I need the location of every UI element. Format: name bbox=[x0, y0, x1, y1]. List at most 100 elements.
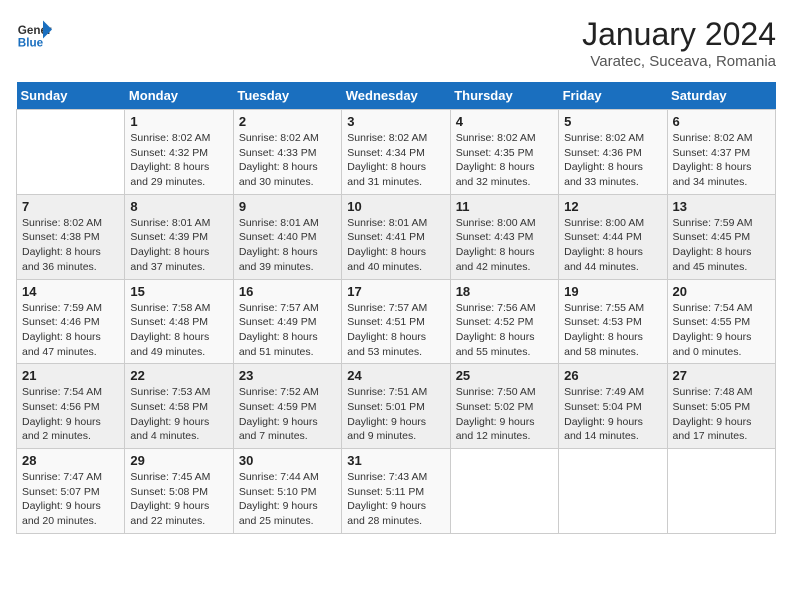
day-number: 14 bbox=[22, 284, 119, 299]
calendar-day-cell: 21Sunrise: 7:54 AM Sunset: 4:56 PM Dayli… bbox=[17, 364, 125, 449]
calendar-week-row: 1 Sunrise: 8:02 AM Sunset: 4:32 PM Daylig… bbox=[17, 110, 776, 195]
day-info: Sunrise: 8:01 AM Sunset: 4:40 PM Dayligh… bbox=[239, 216, 336, 275]
day-number: 23 bbox=[239, 368, 336, 383]
day-number: 24 bbox=[347, 368, 444, 383]
weekday-header: Monday bbox=[125, 82, 233, 110]
calendar-day-cell: 22Sunrise: 7:53 AM Sunset: 4:58 PM Dayli… bbox=[125, 364, 233, 449]
svg-text:Blue: Blue bbox=[18, 37, 44, 50]
location-subtitle: Varatec, Suceava, Romania bbox=[582, 53, 776, 70]
day-number: 31 bbox=[347, 453, 444, 468]
day-info: Sunrise: 7:48 AM Sunset: 5:05 PM Dayligh… bbox=[673, 385, 770, 444]
day-info: Sunrise: 8:02 AM Sunset: 4:36 PM Dayligh… bbox=[564, 131, 661, 190]
weekday-header: Thursday bbox=[450, 82, 558, 110]
day-info: Sunrise: 8:01 AM Sunset: 4:41 PM Dayligh… bbox=[347, 216, 444, 275]
day-number: 4 bbox=[456, 114, 553, 129]
day-info: Sunrise: 7:47 AM Sunset: 5:07 PM Dayligh… bbox=[22, 470, 119, 529]
day-number: 27 bbox=[673, 368, 770, 383]
calendar-day-cell: 17 Sunrise: 7:57 AM Sunset: 4:51 PM Dayli… bbox=[342, 279, 450, 364]
day-info: Sunrise: 7:59 AM Sunset: 4:45 PM Dayligh… bbox=[673, 216, 770, 275]
calendar-day-cell: 30 Sunrise: 7:44 AM Sunset: 5:10 PM Dayli… bbox=[233, 449, 341, 534]
calendar-day-cell: 18 Sunrise: 7:56 AM Sunset: 4:52 PM Dayli… bbox=[450, 279, 558, 364]
calendar-day-cell: 23 Sunrise: 7:52 AM Sunset: 4:59 PM Dayli… bbox=[233, 364, 341, 449]
calendar-day-cell bbox=[450, 449, 558, 534]
day-info: Sunrise: 7:59 AM Sunset: 4:46 PM Dayligh… bbox=[22, 301, 119, 360]
day-info: Sunrise: 8:01 AM Sunset: 4:39 PM Dayligh… bbox=[130, 216, 227, 275]
day-info: Sunrise: 7:51 AM Sunset: 5:01 PM Dayligh… bbox=[347, 385, 444, 444]
calendar-day-cell: 5 Sunrise: 8:02 AM Sunset: 4:36 PM Daylig… bbox=[559, 110, 667, 195]
day-number: 9 bbox=[239, 199, 336, 214]
day-info: Sunrise: 7:52 AM Sunset: 4:59 PM Dayligh… bbox=[239, 385, 336, 444]
day-number: 29 bbox=[130, 453, 227, 468]
day-info: Sunrise: 7:58 AM Sunset: 4:48 PM Dayligh… bbox=[130, 301, 227, 360]
day-info: Sunrise: 7:50 AM Sunset: 5:02 PM Dayligh… bbox=[456, 385, 553, 444]
calendar-day-cell bbox=[667, 449, 775, 534]
calendar-table: SundayMondayTuesdayWednesdayThursdayFrid… bbox=[16, 82, 776, 534]
calendar-day-cell: 10Sunrise: 8:01 AM Sunset: 4:41 PM Dayli… bbox=[342, 194, 450, 279]
logo: General Blue bbox=[16, 16, 52, 52]
day-number: 13 bbox=[673, 199, 770, 214]
calendar-day-cell: 13 Sunrise: 7:59 AM Sunset: 4:45 PM Dayli… bbox=[667, 194, 775, 279]
calendar-day-cell: 24 Sunrise: 7:51 AM Sunset: 5:01 PM Dayli… bbox=[342, 364, 450, 449]
calendar-day-cell: 6Sunrise: 8:02 AM Sunset: 4:37 PM Daylig… bbox=[667, 110, 775, 195]
day-info: Sunrise: 7:56 AM Sunset: 4:52 PM Dayligh… bbox=[456, 301, 553, 360]
day-number: 3 bbox=[347, 114, 444, 129]
day-number: 19 bbox=[564, 284, 661, 299]
day-info: Sunrise: 8:02 AM Sunset: 4:34 PM Dayligh… bbox=[347, 131, 444, 190]
weekday-header: Sunday bbox=[17, 82, 125, 110]
logo-icon: General Blue bbox=[16, 16, 52, 52]
calendar-day-cell: 26Sunrise: 7:49 AM Sunset: 5:04 PM Dayli… bbox=[559, 364, 667, 449]
day-number: 28 bbox=[22, 453, 119, 468]
calendar-day-cell: 14 Sunrise: 7:59 AM Sunset: 4:46 PM Dayli… bbox=[17, 279, 125, 364]
day-info: Sunrise: 7:44 AM Sunset: 5:10 PM Dayligh… bbox=[239, 470, 336, 529]
day-number: 30 bbox=[239, 453, 336, 468]
day-info: Sunrise: 7:57 AM Sunset: 4:49 PM Dayligh… bbox=[239, 301, 336, 360]
calendar-day-cell: 29 Sunrise: 7:45 AM Sunset: 5:08 PM Dayli… bbox=[125, 449, 233, 534]
day-info: Sunrise: 8:02 AM Sunset: 4:38 PM Dayligh… bbox=[22, 216, 119, 275]
title-block: January 2024 Varatec, Suceava, Romania bbox=[582, 16, 776, 70]
calendar-day-cell: 1 Sunrise: 8:02 AM Sunset: 4:32 PM Daylig… bbox=[125, 110, 233, 195]
day-info: Sunrise: 7:43 AM Sunset: 5:11 PM Dayligh… bbox=[347, 470, 444, 529]
calendar-day-cell: 4Sunrise: 8:02 AM Sunset: 4:35 PM Daylig… bbox=[450, 110, 558, 195]
weekday-header: Friday bbox=[559, 82, 667, 110]
day-number: 18 bbox=[456, 284, 553, 299]
calendar-day-cell: 16Sunrise: 7:57 AM Sunset: 4:49 PM Dayli… bbox=[233, 279, 341, 364]
day-info: Sunrise: 7:45 AM Sunset: 5:08 PM Dayligh… bbox=[130, 470, 227, 529]
day-number: 21 bbox=[22, 368, 119, 383]
day-info: Sunrise: 7:49 AM Sunset: 5:04 PM Dayligh… bbox=[564, 385, 661, 444]
calendar-week-row: 28 Sunrise: 7:47 AM Sunset: 5:07 PM Dayli… bbox=[17, 449, 776, 534]
calendar-week-row: 7 Sunrise: 8:02 AM Sunset: 4:38 PM Daylig… bbox=[17, 194, 776, 279]
weekday-header: Wednesday bbox=[342, 82, 450, 110]
calendar-day-cell bbox=[17, 110, 125, 195]
calendar-header-row: SundayMondayTuesdayWednesdayThursdayFrid… bbox=[17, 82, 776, 110]
calendar-day-cell: 31 Sunrise: 7:43 AM Sunset: 5:11 PM Dayli… bbox=[342, 449, 450, 534]
day-info: Sunrise: 8:00 AM Sunset: 4:44 PM Dayligh… bbox=[564, 216, 661, 275]
day-info: Sunrise: 8:02 AM Sunset: 4:37 PM Dayligh… bbox=[673, 131, 770, 190]
day-info: Sunrise: 8:02 AM Sunset: 4:33 PM Dayligh… bbox=[239, 131, 336, 190]
day-number: 1 bbox=[130, 114, 227, 129]
day-info: Sunrise: 7:57 AM Sunset: 4:51 PM Dayligh… bbox=[347, 301, 444, 360]
day-info: Sunrise: 8:02 AM Sunset: 4:32 PM Dayligh… bbox=[130, 131, 227, 190]
calendar-day-cell: 9 Sunrise: 8:01 AM Sunset: 4:40 PM Daylig… bbox=[233, 194, 341, 279]
calendar-day-cell: 8Sunrise: 8:01 AM Sunset: 4:39 PM Daylig… bbox=[125, 194, 233, 279]
day-number: 7 bbox=[22, 199, 119, 214]
weekday-header: Tuesday bbox=[233, 82, 341, 110]
day-number: 22 bbox=[130, 368, 227, 383]
day-number: 15 bbox=[130, 284, 227, 299]
page-header: General Blue January 2024 Varatec, Sucea… bbox=[16, 16, 776, 70]
calendar-day-cell: 11 Sunrise: 8:00 AM Sunset: 4:43 PM Dayli… bbox=[450, 194, 558, 279]
calendar-day-cell: 15 Sunrise: 7:58 AM Sunset: 4:48 PM Dayli… bbox=[125, 279, 233, 364]
day-number: 25 bbox=[456, 368, 553, 383]
calendar-day-cell: 2Sunrise: 8:02 AM Sunset: 4:33 PM Daylig… bbox=[233, 110, 341, 195]
calendar-day-cell: 3 Sunrise: 8:02 AM Sunset: 4:34 PM Daylig… bbox=[342, 110, 450, 195]
day-number: 17 bbox=[347, 284, 444, 299]
day-number: 5 bbox=[564, 114, 661, 129]
calendar-day-cell bbox=[559, 449, 667, 534]
calendar-day-cell: 25 Sunrise: 7:50 AM Sunset: 5:02 PM Dayli… bbox=[450, 364, 558, 449]
calendar-week-row: 21Sunrise: 7:54 AM Sunset: 4:56 PM Dayli… bbox=[17, 364, 776, 449]
calendar-day-cell: 12 Sunrise: 8:00 AM Sunset: 4:44 PM Dayli… bbox=[559, 194, 667, 279]
day-info: Sunrise: 8:00 AM Sunset: 4:43 PM Dayligh… bbox=[456, 216, 553, 275]
day-number: 12 bbox=[564, 199, 661, 214]
calendar-day-cell: 28 Sunrise: 7:47 AM Sunset: 5:07 PM Dayli… bbox=[17, 449, 125, 534]
day-number: 11 bbox=[456, 199, 553, 214]
calendar-week-row: 14 Sunrise: 7:59 AM Sunset: 4:46 PM Dayli… bbox=[17, 279, 776, 364]
